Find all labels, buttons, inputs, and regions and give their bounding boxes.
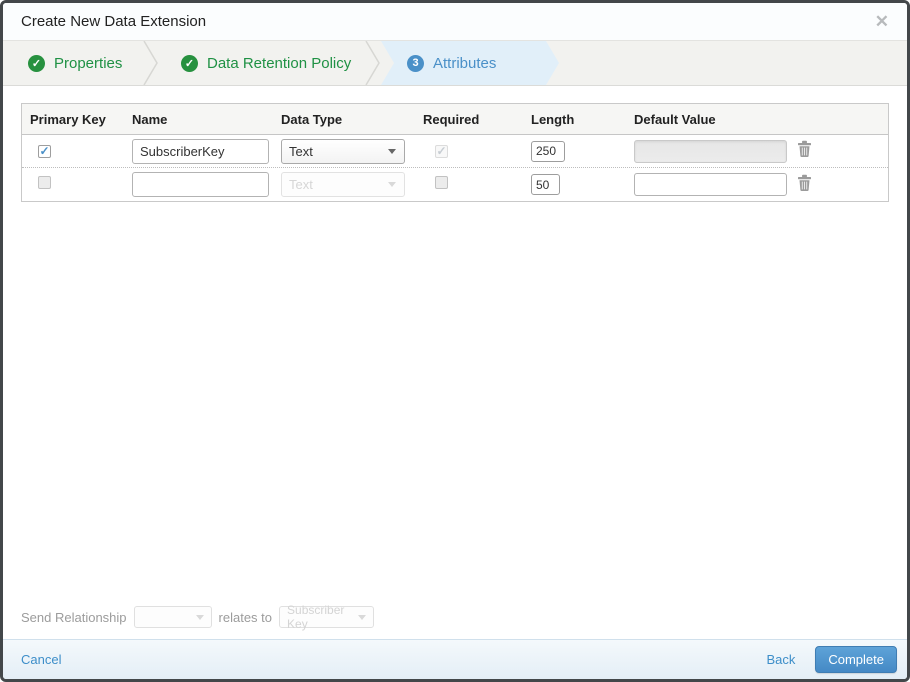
step-separator-chevron-icon — [143, 41, 158, 85]
attributes-table: Primary Key Name Data Type Required Leng… — [21, 103, 889, 202]
required-checkbox — [435, 144, 448, 158]
step-properties[interactable]: Properties — [3, 41, 143, 85]
table-row: Text — [22, 168, 888, 201]
required-checkbox[interactable] — [435, 175, 448, 189]
step-attributes-label: Attributes — [433, 54, 497, 72]
cancel-link[interactable]: Cancel — [21, 652, 61, 667]
delete-row-button[interactable] — [797, 140, 812, 158]
col-header-required: Required — [423, 111, 480, 127]
default-value-input[interactable] — [634, 173, 787, 196]
relates-to-select: Subscriber Key — [279, 603, 375, 631]
step-data-retention-policy[interactable]: Data Retention Policy — [159, 41, 365, 85]
trash-icon — [798, 174, 811, 191]
back-link[interactable]: Back — [766, 652, 795, 667]
col-header-primary-key: Primary Key — [30, 111, 106, 127]
primary-key-checkbox[interactable] — [38, 144, 51, 158]
default-value-input — [634, 139, 787, 163]
delete-row-button[interactable] — [797, 174, 812, 191]
col-header-default-value: Default Value — [634, 111, 716, 127]
col-header-name: Name — [132, 111, 168, 127]
length-input[interactable] — [531, 140, 565, 162]
name-input[interactable] — [132, 138, 269, 164]
create-data-extension-dialog: Create New Data Extension ✕ Properties D… — [0, 0, 910, 682]
chevron-down-icon — [388, 148, 396, 154]
data-type-selected-value: Text — [289, 177, 313, 192]
dialog-title: Create New Data Extension — [21, 13, 207, 30]
send-relationship-row: Send Relationship relates to Subscriber … — [21, 603, 907, 631]
dialog-content: Primary Key Name Data Type Required Leng… — [3, 86, 907, 639]
trash-icon — [798, 140, 811, 158]
col-header-length: Length — [531, 111, 575, 127]
data-type-select: Text — [281, 172, 405, 197]
data-type-select[interactable]: Text — [281, 138, 405, 164]
step-complete-check-icon — [181, 54, 198, 72]
step-properties-label: Properties — [54, 54, 123, 72]
name-input[interactable] — [132, 172, 269, 197]
table-row: Text — [22, 135, 888, 168]
step-separator-chevron-icon — [365, 41, 380, 85]
chevron-down-icon — [195, 614, 204, 620]
relates-to-label: relates to — [218, 609, 273, 625]
close-icon[interactable]: ✕ — [871, 11, 893, 32]
send-relationship-label: Send Relationship — [21, 609, 127, 625]
wizard-steps: Properties Data Retention Policy 3 Attri… — [3, 40, 907, 86]
chevron-down-icon — [388, 182, 396, 187]
step-attributes-active[interactable]: 3 Attributes — [381, 41, 559, 85]
primary-key-checkbox[interactable] — [38, 175, 51, 189]
length-input[interactable] — [531, 174, 560, 195]
send-relationship-select — [133, 606, 212, 628]
chevron-down-icon — [358, 614, 367, 620]
complete-button[interactable]: Complete — [815, 646, 897, 673]
step-data-retention-label: Data Retention Policy — [207, 54, 352, 72]
dialog-titlebar: Create New Data Extension ✕ — [3, 3, 907, 40]
col-header-data-type: Data Type — [281, 111, 343, 127]
table-header-row: Primary Key Name Data Type Required Leng… — [22, 104, 888, 135]
step-number-badge: 3 — [407, 55, 424, 72]
data-type-selected-value: Text — [289, 143, 313, 159]
relates-to-value: Subscriber Key — [287, 603, 345, 631]
dialog-footer: Cancel Back Complete — [3, 639, 907, 679]
step-complete-check-icon — [28, 54, 45, 72]
